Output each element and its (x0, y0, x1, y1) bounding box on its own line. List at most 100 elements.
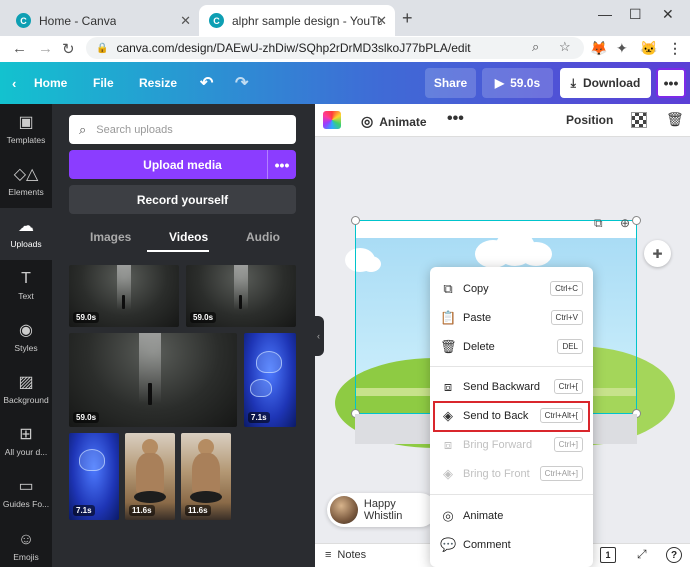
new-tab-icon[interactable]: + (402, 8, 413, 29)
emoji-icon: ☺ (17, 531, 35, 548)
sidebar-item-text[interactable]: T Text (0, 260, 52, 312)
upload-options-button[interactable]: ••• (267, 150, 296, 179)
download-button[interactable]: ⤓ Download (560, 68, 651, 98)
bookmark-star-icon[interactable]: ☆ (559, 39, 571, 55)
menu-item-bring-to-front[interactable]: ◈ Bring to Front Ctrl+Alt+] (430, 459, 593, 488)
more-options-button[interactable]: ••• (656, 68, 686, 98)
menu-item-copy[interactable]: ⧉ Copy Ctrl+C (430, 274, 593, 303)
video-thumbnail[interactable]: 59.0s (186, 265, 296, 327)
duplicate-page-icon[interactable]: ⧉ (594, 216, 603, 231)
sidebar-item-label: Text (18, 291, 34, 301)
home-button[interactable]: Home (34, 62, 67, 104)
notes-icon: ≡ (325, 549, 332, 561)
browser-tab-home[interactable]: C Home - Canva ✕ (6, 5, 199, 36)
menu-item-paste[interactable]: 📋 Paste Ctrl+V (430, 303, 593, 332)
sidebar-item-label: All your d... (4, 447, 48, 457)
jellyfish-shape (79, 449, 105, 471)
video-duration: 7.1s (73, 505, 95, 516)
back-arrow-icon[interactable]: ← (12, 40, 27, 57)
tab-videos[interactable]: Videos (169, 230, 208, 244)
sidebar-item-label: Emojis (13, 552, 39, 562)
menu-item-bring-forward[interactable]: ⧈ Bring Forward Ctrl+] (430, 430, 593, 459)
sidebar-item-all-designs[interactable]: ⊞ All your d... (0, 416, 52, 468)
zoom-icon[interactable]: ⌕ (532, 39, 539, 55)
sidebar-item-guides[interactable]: ▭ Guides Fo... (0, 468, 52, 520)
minimize-window-icon[interactable]: — (598, 6, 612, 22)
sidebar-item-background[interactable]: ▨ Background (0, 364, 52, 416)
browser-menu-icon[interactable]: ⋮ (668, 40, 682, 57)
video-thumbnail[interactable]: 59.0s (69, 333, 237, 427)
resize-handle[interactable] (632, 216, 641, 225)
menu-item-label: Send Backward (463, 380, 541, 393)
file-menu-button[interactable]: File (93, 62, 114, 104)
menu-item-send-backward[interactable]: ⧈ Send Backward Ctrl+[ (430, 372, 593, 401)
video-thumbnail[interactable]: 59.0s (69, 265, 179, 327)
url-input[interactable]: 🔒 canva.com/design/DAEwU-zhDiw/SQhp2rDrM… (86, 37, 584, 59)
maximize-window-icon[interactable]: ☐ (629, 6, 642, 23)
add-comment-button[interactable]: ✚ (644, 240, 671, 267)
animate-label: Animate (379, 114, 427, 129)
background-hatch-icon: ▨ (18, 374, 34, 391)
color-picker-button[interactable] (323, 111, 341, 129)
close-tab-icon[interactable]: ✕ (376, 13, 387, 29)
tab-images[interactable]: Images (90, 230, 131, 244)
grid-icon: ⊞ (19, 426, 33, 443)
video-thumbnail[interactable]: 7.1s (244, 333, 296, 427)
collapse-panel-button[interactable]: ‹ (313, 316, 324, 356)
profile-avatar-icon[interactable]: 🐱 (640, 40, 657, 57)
toolbar-more-button[interactable]: ••• (447, 110, 464, 128)
browser-tab-design[interactable]: C alphr sample design - YouTube T ✕ (199, 5, 395, 36)
fullscreen-icon[interactable]: ⤢ (637, 547, 647, 562)
sidebar-item-styles[interactable]: ◉ Styles (0, 312, 52, 364)
forward-arrow-icon[interactable]: → (38, 40, 53, 57)
metamask-extension-icon[interactable]: 🦊 (590, 40, 607, 57)
video-thumbnail[interactable]: 7.1s (69, 433, 119, 520)
highlight-box (433, 401, 590, 432)
close-window-icon[interactable]: ✕ (662, 6, 674, 23)
shortcut-badge: Ctrl+[ (553, 379, 583, 394)
share-button[interactable]: Share (425, 68, 476, 98)
collaborator-chip[interactable]: Happy Whistlin (327, 493, 437, 527)
notes-button[interactable]: ≡ Notes (325, 549, 366, 561)
extensions-puzzle-icon[interactable]: ✦ (616, 40, 628, 57)
comment-icon: 💬 (440, 536, 457, 552)
record-yourself-button[interactable]: Record yourself (69, 185, 296, 214)
undo-icon[interactable]: ↶ (200, 62, 213, 104)
statue-base (134, 491, 166, 503)
search-uploads-input[interactable]: ⌕ Search uploads (69, 115, 296, 144)
tab-audio[interactable]: Audio (246, 230, 280, 244)
sidebar-item-label: Elements (8, 187, 44, 197)
position-button[interactable]: Position (566, 113, 613, 127)
duration-label: 59.0s (510, 76, 541, 90)
transparency-icon[interactable] (631, 112, 647, 128)
help-button[interactable]: ? (666, 547, 682, 563)
jellyfish-shape (250, 379, 272, 397)
redo-icon[interactable]: ↷ (235, 62, 248, 104)
sidebar-item-emojis[interactable]: ☺ Emojis (0, 524, 52, 567)
chevron-left-icon[interactable]: ‹ (12, 62, 16, 104)
menu-item-delete[interactable]: 🗑 Delete DEL (430, 332, 593, 361)
canva-favicon-icon: C (209, 13, 224, 28)
page-count-button[interactable]: 1 (600, 547, 616, 563)
add-page-icon[interactable]: ⊕ (620, 216, 630, 230)
menu-item-animate[interactable]: ◎ Animate (430, 501, 593, 530)
sidebar-item-uploads[interactable]: ☁ Uploads (0, 208, 52, 260)
sidebar-item-templates[interactable]: ▣ Templates (0, 104, 52, 156)
sidebar-item-elements[interactable]: ◇△ Elements (0, 156, 52, 208)
animate-button[interactable]: ◎ Animate (361, 113, 427, 130)
close-tab-icon[interactable]: ✕ (180, 13, 191, 29)
video-duration: 59.0s (73, 412, 100, 423)
video-thumbnail[interactable]: 11.6s (125, 433, 175, 520)
upload-media-button[interactable]: Upload media ••• (69, 150, 296, 179)
menu-item-comment[interactable]: 💬 Comment (430, 530, 593, 559)
palette-icon: ◉ (19, 322, 33, 339)
trash-icon[interactable]: 🗑 (666, 111, 684, 128)
reload-icon[interactable]: ↻ (62, 40, 75, 58)
resize-button[interactable]: Resize (139, 62, 177, 104)
video-thumbnail[interactable]: 11.6s (181, 433, 231, 520)
figure-silhouette (148, 383, 152, 405)
animate-icon: ◎ (361, 113, 374, 129)
play-button[interactable]: ▶ 59.0s (482, 68, 553, 98)
resize-handle[interactable] (351, 216, 360, 225)
menu-divider (430, 494, 593, 495)
